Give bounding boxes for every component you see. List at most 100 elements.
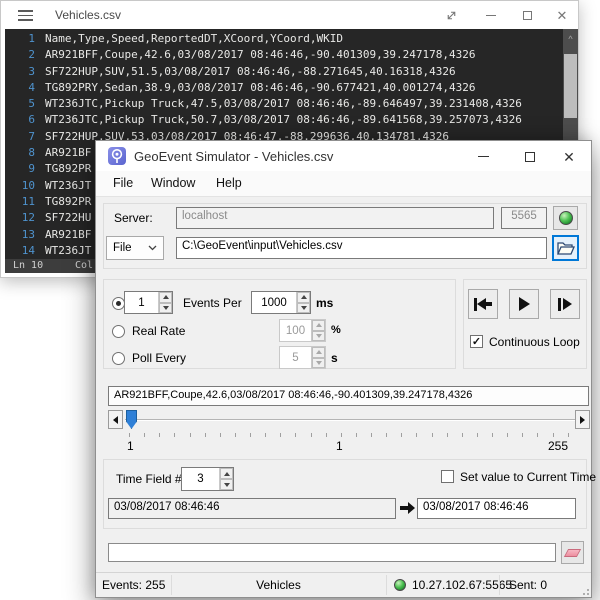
spin-down-icon[interactable]	[159, 303, 172, 314]
message-log-field[interactable]	[108, 543, 556, 562]
slider-tick	[522, 433, 523, 437]
spin-down-icon[interactable]	[220, 479, 233, 490]
interval-value: 1000	[252, 297, 296, 309]
rewind-to-start-button[interactable]	[468, 289, 498, 319]
simulator-minimize-button[interactable]	[468, 147, 498, 166]
resize-grip[interactable]	[579, 585, 589, 595]
connection-status-icon	[394, 579, 406, 591]
continuous-loop-checkbox[interactable]: ✓	[470, 335, 483, 348]
line-number: 6	[5, 112, 35, 128]
line-number: 13	[5, 227, 35, 243]
line-text: AR921BF	[35, 227, 91, 243]
slider-tick	[129, 433, 130, 437]
minimize-icon	[478, 156, 489, 157]
slider-right-button[interactable]	[575, 410, 590, 429]
close-icon: ✕	[563, 150, 575, 164]
slider-tick	[401, 433, 402, 437]
play-button[interactable]	[509, 289, 539, 319]
simulator-window: GeoEvent Simulator - Vehicles.csv ✕ File…	[95, 140, 592, 598]
editor-line: 6WT236JTC,Pickup Truck,50.7,03/08/2017 0…	[5, 112, 563, 128]
real-rate-value: 100	[280, 325, 311, 337]
time-field-spinner[interactable]: 3	[181, 467, 234, 491]
line-text: AR921BFF,Coupe,42.6,03/08/2017 08:46:46,…	[35, 47, 475, 63]
server-port-field[interactable]: 5565	[501, 207, 547, 229]
editor-close-button[interactable]: ✕	[549, 6, 575, 24]
editor-expand-button[interactable]	[438, 6, 464, 24]
interval-spinner[interactable]: 1000	[251, 291, 311, 314]
editor-line: 4TG892PRY,Sedan,38.9,03/08/2017 08:46:46…	[5, 80, 563, 96]
slider-tick	[386, 433, 387, 437]
server-host-field[interactable]: localhost	[176, 207, 494, 229]
events-count: Events: 255	[102, 578, 165, 592]
menu-file[interactable]: File	[113, 176, 133, 190]
editor-minimize-button[interactable]	[478, 6, 504, 24]
slider-tick	[553, 433, 554, 437]
spin-up-icon	[312, 347, 325, 358]
maximize-icon	[523, 11, 532, 20]
feed-name: Vehicles	[171, 578, 386, 592]
slider-tick	[537, 433, 538, 437]
poll-spinner: 5	[279, 346, 326, 369]
spin-down-icon	[312, 358, 325, 369]
connect-button[interactable]	[553, 206, 578, 230]
events-per-label: Events Per	[183, 296, 242, 310]
slider-tick	[341, 433, 342, 437]
slider-track[interactable]	[125, 419, 575, 421]
hamburger-menu-icon[interactable]	[18, 10, 33, 21]
skip-to-start-icon	[474, 298, 492, 311]
statusbar-divider	[499, 575, 500, 595]
slider-tick	[477, 433, 478, 437]
event-time-field[interactable]: 03/08/2017 08:46:46	[108, 498, 396, 519]
slider-tick	[371, 433, 372, 437]
slider-thumb[interactable]	[126, 410, 137, 429]
line-text: SF722HUP,SUV,51.5,03/08/2017 08:46:46,-8…	[35, 64, 456, 80]
current-time-checkbox[interactable]	[441, 470, 454, 483]
slider-tick	[220, 433, 221, 437]
poll-value: 5	[280, 352, 311, 364]
clear-log-button[interactable]	[561, 541, 584, 564]
close-icon: ✕	[557, 9, 568, 22]
menu-window[interactable]: Window	[151, 176, 195, 190]
poll-every-label: Poll Every	[132, 351, 186, 365]
slider-tick	[311, 433, 312, 437]
spin-up-icon[interactable]	[159, 292, 172, 303]
editor-maximize-button[interactable]	[514, 6, 540, 24]
line-number: 12	[5, 210, 35, 226]
server-label: Server:	[114, 211, 153, 225]
line-number: 2	[5, 47, 35, 63]
slider-current-label: 1	[336, 439, 343, 453]
slider-tick	[447, 433, 448, 437]
step-forward-button[interactable]	[550, 289, 580, 319]
menubar: File Window Help	[96, 171, 591, 197]
poll-every-radio[interactable]	[112, 352, 125, 365]
spin-up-icon[interactable]	[297, 292, 310, 303]
slider-tick	[250, 433, 251, 437]
slider-tick	[235, 433, 236, 437]
line-number: 11	[5, 194, 35, 210]
output-time-field[interactable]: 03/08/2017 08:46:46	[417, 498, 576, 519]
source-type-value: File	[113, 242, 132, 254]
poll-unit-label: s	[331, 351, 338, 365]
scrollbar-thumb[interactable]	[564, 54, 577, 118]
line-text: WT236JTC,Pickup Truck,47.5,03/08/2017 08…	[35, 96, 522, 112]
slider-tick	[174, 433, 175, 437]
editor-line: 1Name,Type,Speed,ReportedDT,XCoord,YCoor…	[5, 31, 563, 47]
editor-line: 5WT236JTC,Pickup Truck,47.5,03/08/2017 0…	[5, 96, 563, 112]
scroll-up-icon[interactable]: ^	[563, 35, 578, 44]
event-count-spinner[interactable]: 1	[124, 291, 173, 314]
real-rate-radio[interactable]	[112, 325, 125, 338]
simulator-maximize-button[interactable]	[515, 147, 545, 166]
simulator-close-button[interactable]: ✕	[554, 147, 584, 166]
editor-title: Vehicles.csv	[55, 8, 121, 22]
browse-file-button[interactable]	[552, 235, 579, 261]
source-type-dropdown[interactable]: File	[106, 236, 164, 260]
file-path-field[interactable]: C:\GeoEvent\input\Vehicles.csv	[176, 237, 547, 259]
real-rate-spinner: 100	[279, 319, 326, 342]
slider-left-button[interactable]	[108, 410, 123, 429]
menu-help[interactable]: Help	[216, 176, 242, 190]
spin-up-icon[interactable]	[220, 468, 233, 479]
real-rate-unit-label: %	[331, 324, 341, 336]
spin-down-icon	[312, 331, 325, 342]
cursor-line-indicator: Ln 10	[13, 259, 43, 273]
spin-down-icon[interactable]	[297, 303, 310, 314]
